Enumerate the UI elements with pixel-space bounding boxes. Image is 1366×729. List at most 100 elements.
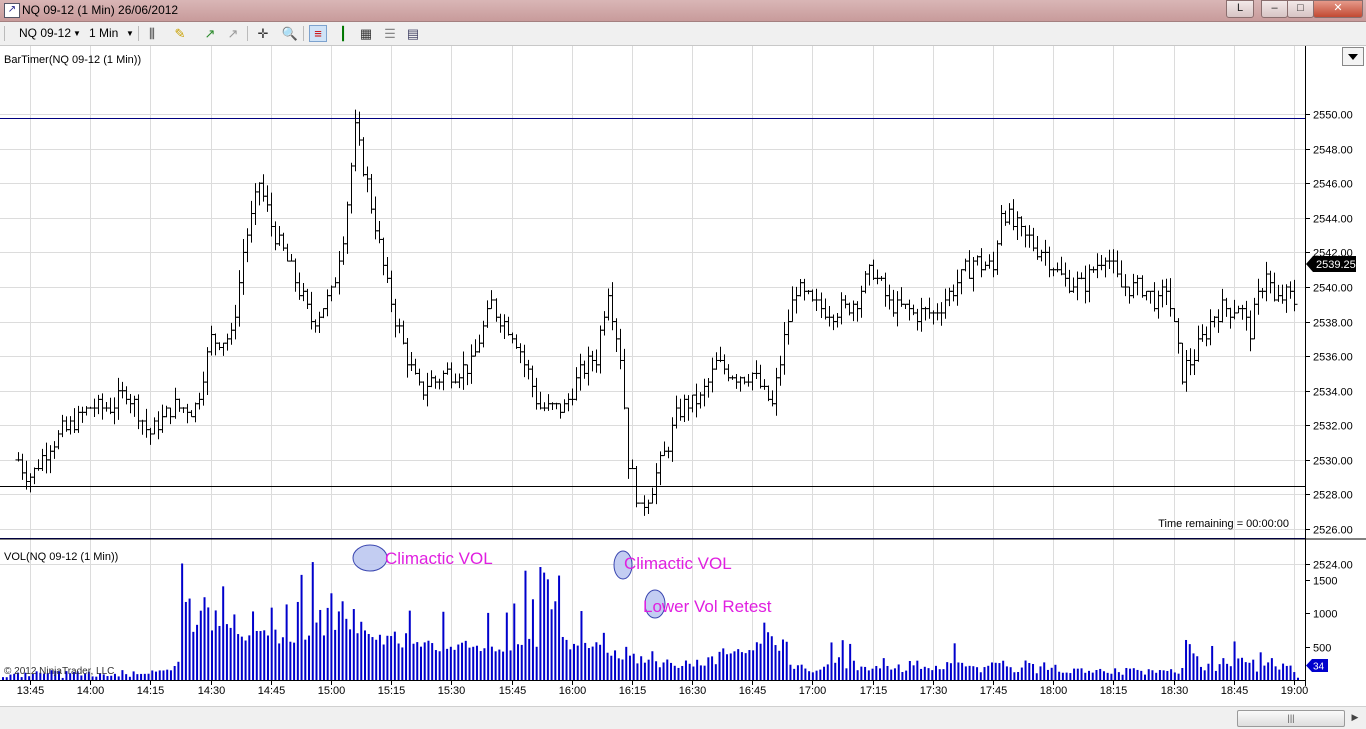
- volume-bar: [856, 670, 859, 680]
- volume-bar: [823, 666, 826, 680]
- add-indicator-icon[interactable]: ↗: [201, 25, 219, 42]
- volume-bar: [1058, 671, 1061, 680]
- annotation-climactic-vol-2[interactable]: Climactic VOL: [624, 554, 732, 573]
- current-price-value: 2539.25: [1316, 259, 1356, 271]
- volume-bar: [591, 646, 594, 680]
- chart-canvas[interactable]: 2524.00 2526.00 2528.00 2530.00 2532.00 2534.…: [0, 46, 1366, 706]
- volume-bar: [572, 643, 575, 680]
- volume-bar: [222, 586, 225, 680]
- volume-bar: [61, 677, 64, 680]
- volume-bar: [946, 662, 949, 680]
- volume-bar: [483, 648, 486, 680]
- instrument-selector[interactable]: NQ 09-12: [19, 25, 71, 42]
- volume-bar: [434, 650, 437, 680]
- volume-bar: [1241, 657, 1244, 680]
- volume-bar: [584, 642, 587, 680]
- volume-bar: [367, 633, 370, 680]
- interval-selector[interactable]: 1 Min: [89, 25, 118, 42]
- volume-bar: [233, 614, 236, 680]
- toolbar-separator: [247, 26, 248, 41]
- volume-bar: [1244, 662, 1247, 680]
- instrument-dropdown-icon[interactable]: ▼: [73, 25, 81, 42]
- interval-dropdown-icon[interactable]: ▼: [126, 25, 134, 42]
- volume-bar: [662, 662, 665, 680]
- volume-bar: [852, 660, 855, 680]
- maximize-button[interactable]: □: [1287, 0, 1314, 18]
- annotation-climactic-vol-1[interactable]: Climactic VOL: [385, 549, 493, 568]
- volume-bar: [125, 674, 128, 680]
- volume-bar: [1297, 677, 1299, 680]
- volume-bar: [617, 658, 620, 680]
- crosshair-icon[interactable]: ✛: [254, 25, 272, 42]
- toolbar-separator: [138, 26, 139, 41]
- volume-bar: [203, 597, 206, 680]
- price-axis[interactable]: 2524.00 2526.00 2528.00 2530.00 2532.00 2534.…: [1305, 110, 1353, 572]
- volume-bar: [733, 651, 736, 680]
- remove-indicator-icon[interactable]: ↗: [224, 25, 242, 42]
- annotation-lower-vol-retest[interactable]: Lower Vol Retest: [643, 597, 772, 616]
- volume-bar: [397, 643, 400, 680]
- time-tick-label: 17:30: [920, 685, 948, 697]
- volume-bar: [696, 659, 699, 680]
- volume-bar: [923, 666, 926, 680]
- volume-bar: [1203, 670, 1206, 680]
- volume-bar: [602, 632, 605, 680]
- close-button[interactable]: ✕: [1313, 0, 1363, 18]
- scrollbar-thumb[interactable]: |||: [1237, 710, 1345, 727]
- volume-axis[interactable]: 500 1000 1500: [1305, 576, 1337, 655]
- time-axis[interactable]: 13:45 14:00 14:15 14:30 14:45 15:00 15:15 15:30…: [17, 680, 1309, 697]
- volume-bar: [386, 635, 389, 680]
- price-tick-label: 2524.00: [1313, 560, 1353, 572]
- scroll-right-arrow-icon[interactable]: ▶: [1347, 710, 1363, 725]
- volume-bar: [1132, 668, 1135, 680]
- data-box-icon[interactable]: ▦: [357, 25, 375, 42]
- link-button[interactable]: L: [1226, 0, 1254, 18]
- volume-bar: [427, 640, 430, 680]
- volume-bar: [360, 621, 363, 680]
- volume-bar: [908, 660, 911, 680]
- volume-bar: [531, 599, 534, 680]
- chart-style-bars-icon[interactable]: ≡: [309, 25, 327, 42]
- volume-bar: [140, 673, 143, 680]
- volume-bar: [1065, 672, 1068, 680]
- volume-bar: [785, 641, 788, 680]
- volume-bar: [513, 603, 516, 680]
- volume-bar: [1162, 670, 1165, 680]
- volume-bar: [1013, 672, 1016, 680]
- volume-bar: [2, 677, 4, 680]
- volume-bar: [554, 601, 557, 680]
- volume-bar: [1188, 644, 1191, 680]
- volume-bar: [1091, 672, 1094, 680]
- volume-bar: [487, 612, 490, 680]
- horizontal-lines[interactable]: [0, 118, 1305, 539]
- volume-bar: [718, 651, 721, 680]
- volume-bar: [1170, 669, 1173, 680]
- current-volume-value: 34: [1313, 662, 1325, 673]
- volume-bar: [643, 662, 646, 680]
- volume-bar: [244, 640, 247, 680]
- bar-type-icon[interactable]: ⫼: [143, 25, 161, 42]
- volume-bar: [565, 639, 568, 680]
- volume-bar: [502, 651, 505, 680]
- price-tick-label: 2536.00: [1313, 352, 1353, 364]
- volume-bar: [472, 646, 475, 680]
- volume-bar: [860, 666, 863, 680]
- climactic-vol-ellipse-1[interactable]: [352, 544, 388, 572]
- panel-icon[interactable]: ▤: [404, 25, 422, 42]
- properties-icon[interactable]: ☰: [381, 25, 399, 42]
- volume-bar: [349, 629, 352, 680]
- horizontal-scrollbar[interactable]: ||| ▶: [0, 706, 1366, 729]
- zoom-icon[interactable]: 🔍: [281, 25, 299, 42]
- chart-style-candles-icon[interactable]: ┃: [334, 25, 352, 42]
- volume-bar: [748, 650, 751, 680]
- volume-bar: [181, 563, 184, 680]
- drawing-pencil-icon[interactable]: ✎: [171, 25, 189, 42]
- volume-bar: [837, 657, 840, 680]
- minimize-button[interactable]: –: [1261, 0, 1288, 18]
- volume-bar: [263, 630, 266, 680]
- volume-bar: [569, 649, 572, 680]
- volume-bar: [520, 644, 523, 680]
- volume-bar: [457, 644, 460, 680]
- volume-bar: [1073, 668, 1076, 680]
- volume-bar: [1207, 663, 1210, 680]
